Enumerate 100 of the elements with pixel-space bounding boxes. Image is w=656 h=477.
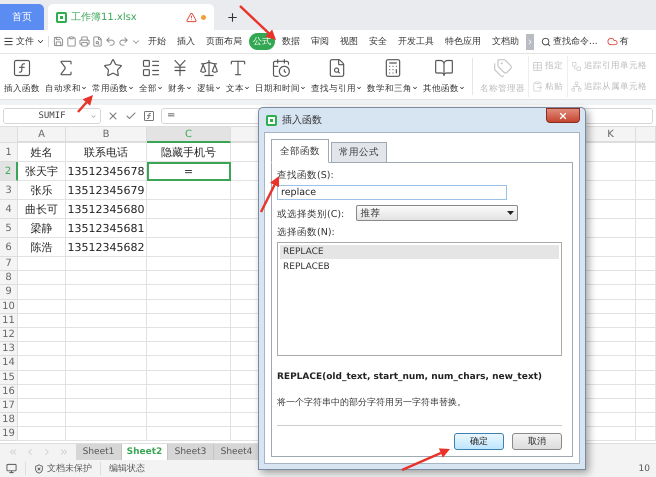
table-cell[interactable] [18,328,66,342]
ribbon-button[interactable]: 全部 [137,56,165,97]
category-select[interactable]: 推荐 [356,205,518,221]
cancel-icon[interactable] [107,110,119,122]
table-cell[interactable]: 隐藏手机号 [147,143,231,162]
table-cell[interactable] [636,356,656,370]
row-header[interactable]: 16 [0,384,18,399]
menu-tab[interactable]: 数据 [278,33,304,50]
row-header[interactable]: 13 [0,342,18,356]
menu-tab[interactable]: 安全 [365,33,391,50]
menu-tab[interactable]: 插入 [173,33,199,50]
table-cell[interactable] [147,342,231,356]
row-header[interactable]: 1 [0,143,18,162]
redo-icon[interactable] [118,36,129,47]
table-cell[interactable]: 13512345680 [66,200,147,219]
table-cell[interactable] [18,384,66,399]
table-cell[interactable] [147,356,231,370]
table-cell[interactable] [636,328,656,342]
table-cell[interactable] [147,285,231,300]
function-icon[interactable] [143,110,155,122]
table-cell[interactable] [147,398,231,414]
table-cell[interactable] [147,200,231,219]
ribbon-button[interactable]: 查找与引用 [309,56,364,97]
table-cell[interactable]: 梁静 [18,219,66,238]
table-cell[interactable] [18,398,66,414]
table-cell[interactable]: 张天宇 [18,162,66,181]
table-cell[interactable] [636,384,656,399]
dialog-tab[interactable]: 全部函数 [271,139,329,163]
table-cell[interactable] [147,181,231,200]
menu-tab[interactable]: 开始 [144,33,170,50]
table-cell[interactable] [18,271,66,286]
row-header[interactable]: 6 [0,238,18,257]
more-button[interactable] [526,34,534,50]
table-cell[interactable]: 陈浩 [18,238,66,257]
table-cell[interactable] [636,285,656,300]
table-cell[interactable] [66,427,147,442]
table-cell[interactable] [147,427,231,442]
column-header[interactable]: A [18,127,66,143]
table-cell[interactable] [18,300,66,314]
row-header[interactable]: 11 [0,314,18,328]
table-cell[interactable]: 张乐 [18,181,66,200]
table-cell[interactable] [636,200,656,219]
table-cell[interactable] [66,271,147,286]
table-cell[interactable] [636,427,656,442]
dialog-button[interactable]: 取消 [512,433,562,450]
table-cell[interactable] [66,342,147,356]
table-cell[interactable] [636,143,656,162]
row-header[interactable]: 10 [0,300,18,314]
table-cell[interactable] [66,314,147,328]
protection-status[interactable]: 文档未保护 [47,462,92,475]
table-cell[interactable]: = [147,162,231,181]
table-cell[interactable]: 13512345678 [66,162,147,181]
column-header[interactable]: K [586,127,636,143]
table-cell[interactable] [18,342,66,356]
row-header[interactable]: 15 [0,370,18,385]
row-header[interactable]: 19 [0,427,18,442]
confirm-icon[interactable] [125,110,137,122]
last-sheet-icon[interactable] [58,447,68,457]
row-header[interactable]: 12 [0,328,18,342]
table-cell[interactable] [66,356,147,370]
dialog-tab[interactable]: 常用公式 [331,142,387,163]
menu-tab[interactable]: 特色应用 [441,33,485,50]
table-cell[interactable] [636,413,656,428]
row-header[interactable]: 8 [0,271,18,286]
close-button[interactable] [546,108,580,123]
table-cell[interactable]: 曲长可 [18,200,66,219]
new-tab-icon[interactable] [226,11,239,24]
function-list-item[interactable]: REPLACEB [280,260,559,274]
ribbon-button[interactable]: 文本 [224,56,252,97]
table-cell[interactable] [636,370,656,385]
table-cell[interactable] [147,300,231,314]
ribbon-button[interactable]: 逻辑 [195,56,223,97]
table-cell[interactable] [636,162,656,181]
table-cell[interactable] [18,413,66,428]
table-cell[interactable]: 13512345681 [66,219,147,238]
sheet-tab[interactable]: Sheet4 [214,444,260,460]
row-header[interactable]: 5 [0,219,18,238]
save-icon[interactable] [53,36,64,47]
row-header[interactable]: 4 [0,200,18,219]
table-cell[interactable] [147,314,231,328]
table-cell[interactable] [18,356,66,370]
table-cell[interactable] [636,257,656,272]
menu-tab[interactable]: 开发工具 [394,33,438,50]
table-cell[interactable]: 联系电话 [66,143,147,162]
table-cell[interactable] [636,238,656,257]
zoom-level[interactable]: 10 [638,464,650,474]
table-cell[interactable] [66,300,147,314]
file-menu[interactable]: 文件 [3,35,45,48]
ribbon-button[interactable]: 财务 [166,56,194,97]
table-cell[interactable] [18,370,66,385]
table-cell[interactable]: 13512345682 [66,238,147,257]
row-header[interactable]: 7 [0,257,18,272]
table-cell[interactable] [66,384,147,399]
ribbon-button[interactable]: 插入函数 [2,56,42,97]
table-cell[interactable] [636,181,656,200]
table-cell[interactable] [636,398,656,414]
menu-tab[interactable]: 审阅 [307,33,333,50]
table-cell[interactable] [147,370,231,385]
function-search-field[interactable]: replace [277,185,507,200]
command-search[interactable]: 查找命令... [541,35,598,48]
